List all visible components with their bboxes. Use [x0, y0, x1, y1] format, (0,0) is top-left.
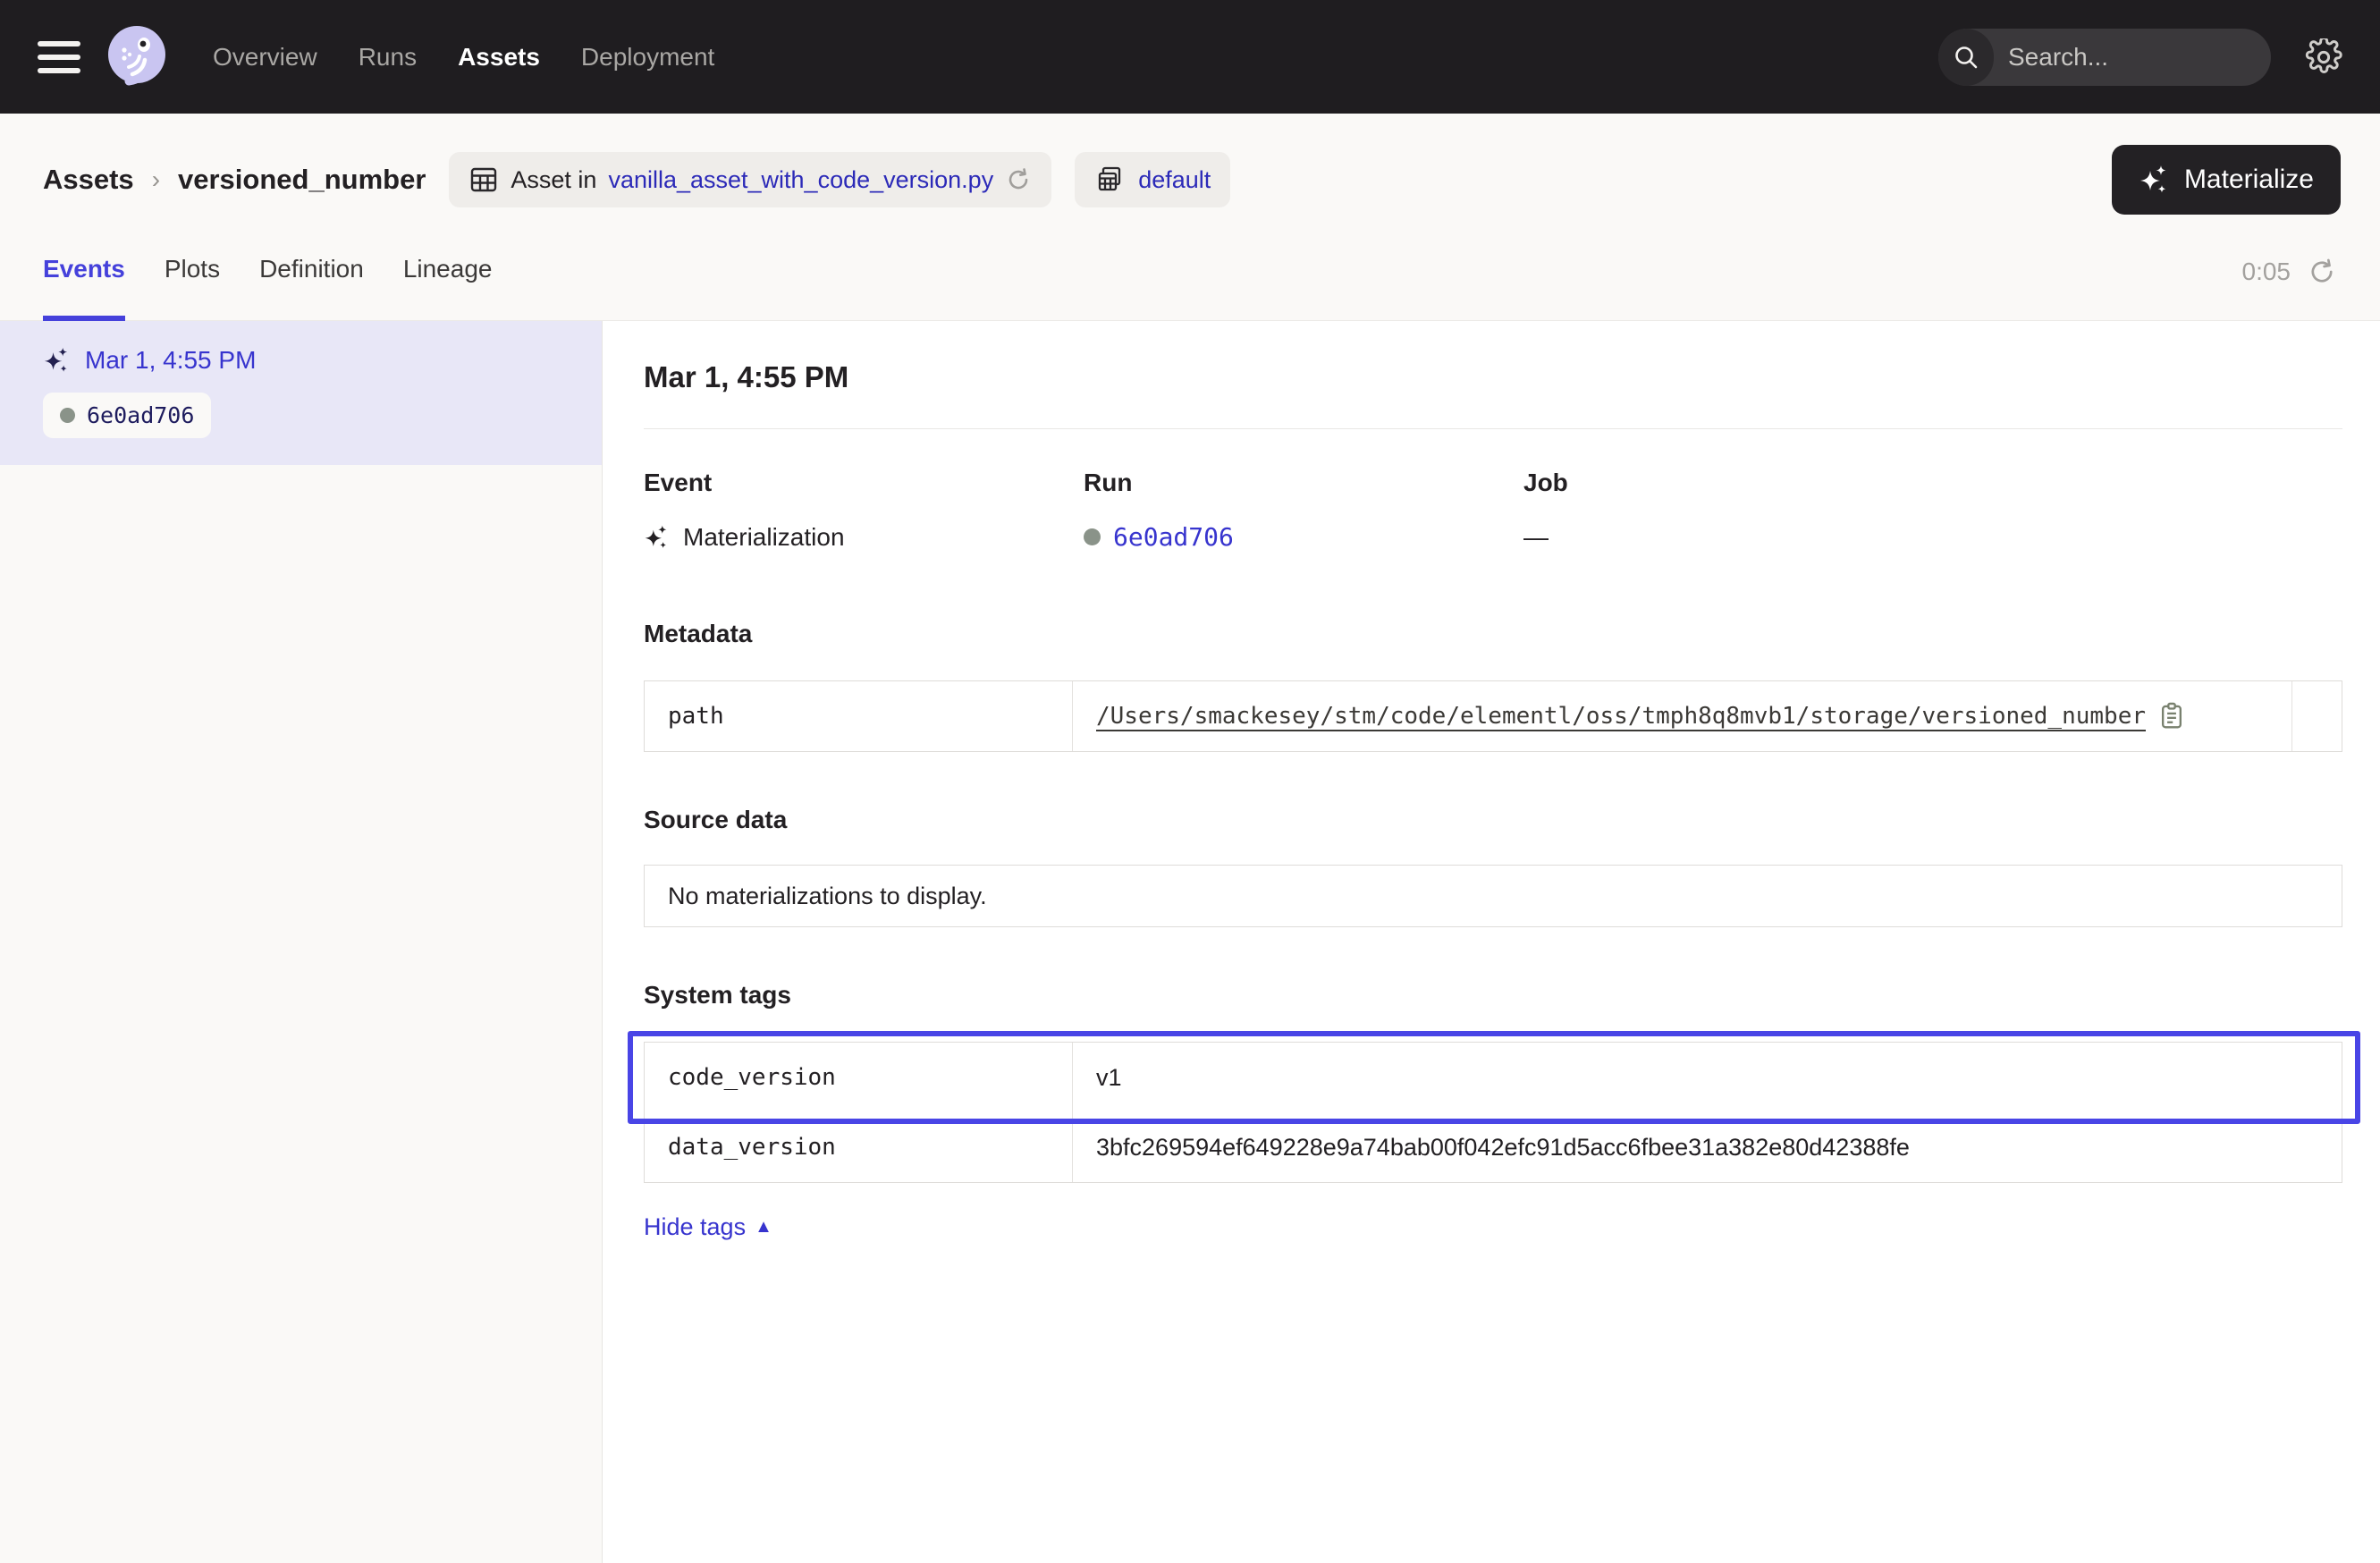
refresh-icon[interactable]	[2307, 257, 2337, 287]
asset-group-badge: default	[1075, 152, 1230, 207]
path-value-link[interactable]: /Users/smackesey/stm/code/elementl/oss/t…	[1096, 703, 2146, 730]
table-icon	[468, 165, 499, 195]
materialization-sparkle-icon	[644, 524, 671, 551]
hide-tags-label: Hide tags	[644, 1213, 746, 1241]
materialize-button[interactable]: Materialize	[2112, 145, 2341, 215]
copy-clipboard-icon[interactable]	[2158, 702, 2185, 731]
event-list-sidebar: Mar 1, 4:55 PM 6e0ad706	[0, 321, 603, 1563]
primary-nav: Overview Runs Assets Deployment	[213, 43, 714, 72]
nav-item-deployment[interactable]: Deployment	[581, 43, 714, 72]
tab-lineage[interactable]: Lineage	[403, 223, 493, 321]
breadcrumb: Assets › versioned_number	[43, 164, 426, 196]
run-id-link[interactable]: 6e0ad706	[1113, 522, 1234, 552]
run-id-label: 6e0ad706	[87, 402, 194, 428]
materialization-sparkle-icon	[43, 346, 72, 375]
event-detail-title: Mar 1, 4:55 PM	[644, 360, 2342, 394]
tag-key: code_version	[668, 1064, 836, 1091]
dagster-logo	[102, 22, 172, 92]
caret-up-icon: ▲	[755, 1217, 772, 1238]
tab-events[interactable]: Events	[43, 223, 125, 321]
sparkle-icon	[2139, 164, 2171, 196]
search-input[interactable]	[1994, 43, 2271, 72]
metadata-key: path	[668, 703, 724, 730]
table-row: path /Users/smackesey/stm/code/elementl/…	[645, 681, 2342, 751]
system-tags-table: code_version v1 data_version 3bfc269594e…	[644, 1042, 2342, 1183]
event-detail-panel: Mar 1, 4:55 PM Event Run Job Materializa…	[603, 321, 2380, 1563]
asset-tabs-row: Events Plots Definition Lineage 0:05	[0, 223, 2380, 321]
divider	[644, 428, 2342, 429]
event-info-grid: Event Run Job Materialization 6e0ad706 —	[644, 469, 2342, 552]
job-empty-value: —	[1523, 523, 1549, 552]
run-status-dot	[1084, 528, 1101, 545]
table-row-data-version: data_version 3bfc269594ef649228e9a74bab0…	[645, 1112, 2342, 1182]
tab-plots[interactable]: Plots	[165, 223, 220, 321]
metadata-heading: Metadata	[644, 620, 2342, 648]
run-status-dot	[60, 408, 75, 423]
nav-item-runs[interactable]: Runs	[359, 43, 417, 72]
source-data-heading: Source data	[644, 806, 2342, 834]
run-column-label: Run	[1084, 469, 1523, 497]
breadcrumb-assets-link[interactable]: Assets	[43, 164, 134, 196]
hide-tags-link[interactable]: Hide tags ▲	[644, 1213, 772, 1241]
asset-in-label: Asset in	[511, 166, 596, 194]
page-title: versioned_number	[178, 164, 426, 196]
source-data-empty-message: No materializations to display.	[644, 865, 2342, 927]
asset-group-icon	[1094, 164, 1127, 196]
run-id-badge[interactable]: 6e0ad706	[43, 393, 211, 438]
tag-key: data_version	[668, 1134, 836, 1161]
materialize-button-label: Materialize	[2184, 165, 2314, 195]
metadata-table: path /Users/smackesey/stm/code/elementl/…	[644, 680, 2342, 752]
event-list-item[interactable]: Mar 1, 4:55 PM 6e0ad706	[0, 321, 602, 465]
page-header: Assets › versioned_number Asset in vanil…	[0, 114, 2380, 223]
tag-value: 3bfc269594ef649228e9a74bab00f042efc91d5a…	[1096, 1134, 1910, 1162]
table-row-code-version: code_version v1	[645, 1043, 2342, 1112]
nav-item-overview[interactable]: Overview	[213, 43, 317, 72]
group-default-link[interactable]: default	[1138, 166, 1211, 194]
refresh-countdown: 0:05	[2242, 258, 2291, 286]
nav-item-assets[interactable]: Assets	[458, 43, 540, 72]
tab-definition[interactable]: Definition	[259, 223, 364, 321]
system-tags-heading: System tags	[644, 981, 2342, 1010]
search-bar[interactable]: /	[1938, 29, 2271, 86]
reload-icon[interactable]	[1005, 166, 1032, 193]
table-end-cell	[2291, 681, 2342, 751]
event-column-label: Event	[644, 469, 1084, 497]
asset-definition-badge: Asset in vanilla_asset_with_code_version…	[449, 152, 1051, 207]
asset-file-link[interactable]: vanilla_asset_with_code_version.py	[608, 166, 993, 194]
event-type-value: Materialization	[683, 523, 845, 552]
search-icon	[1938, 29, 1994, 86]
job-column-label: Job	[1523, 469, 2342, 497]
event-timestamp: Mar 1, 4:55 PM	[85, 346, 256, 375]
hamburger-menu-icon[interactable]	[38, 41, 80, 73]
breadcrumb-separator: ›	[152, 165, 160, 194]
top-navbar: Overview Runs Assets Deployment /	[0, 0, 2380, 114]
tag-value: v1	[1096, 1064, 1122, 1092]
settings-gear-icon[interactable]	[2305, 38, 2342, 76]
